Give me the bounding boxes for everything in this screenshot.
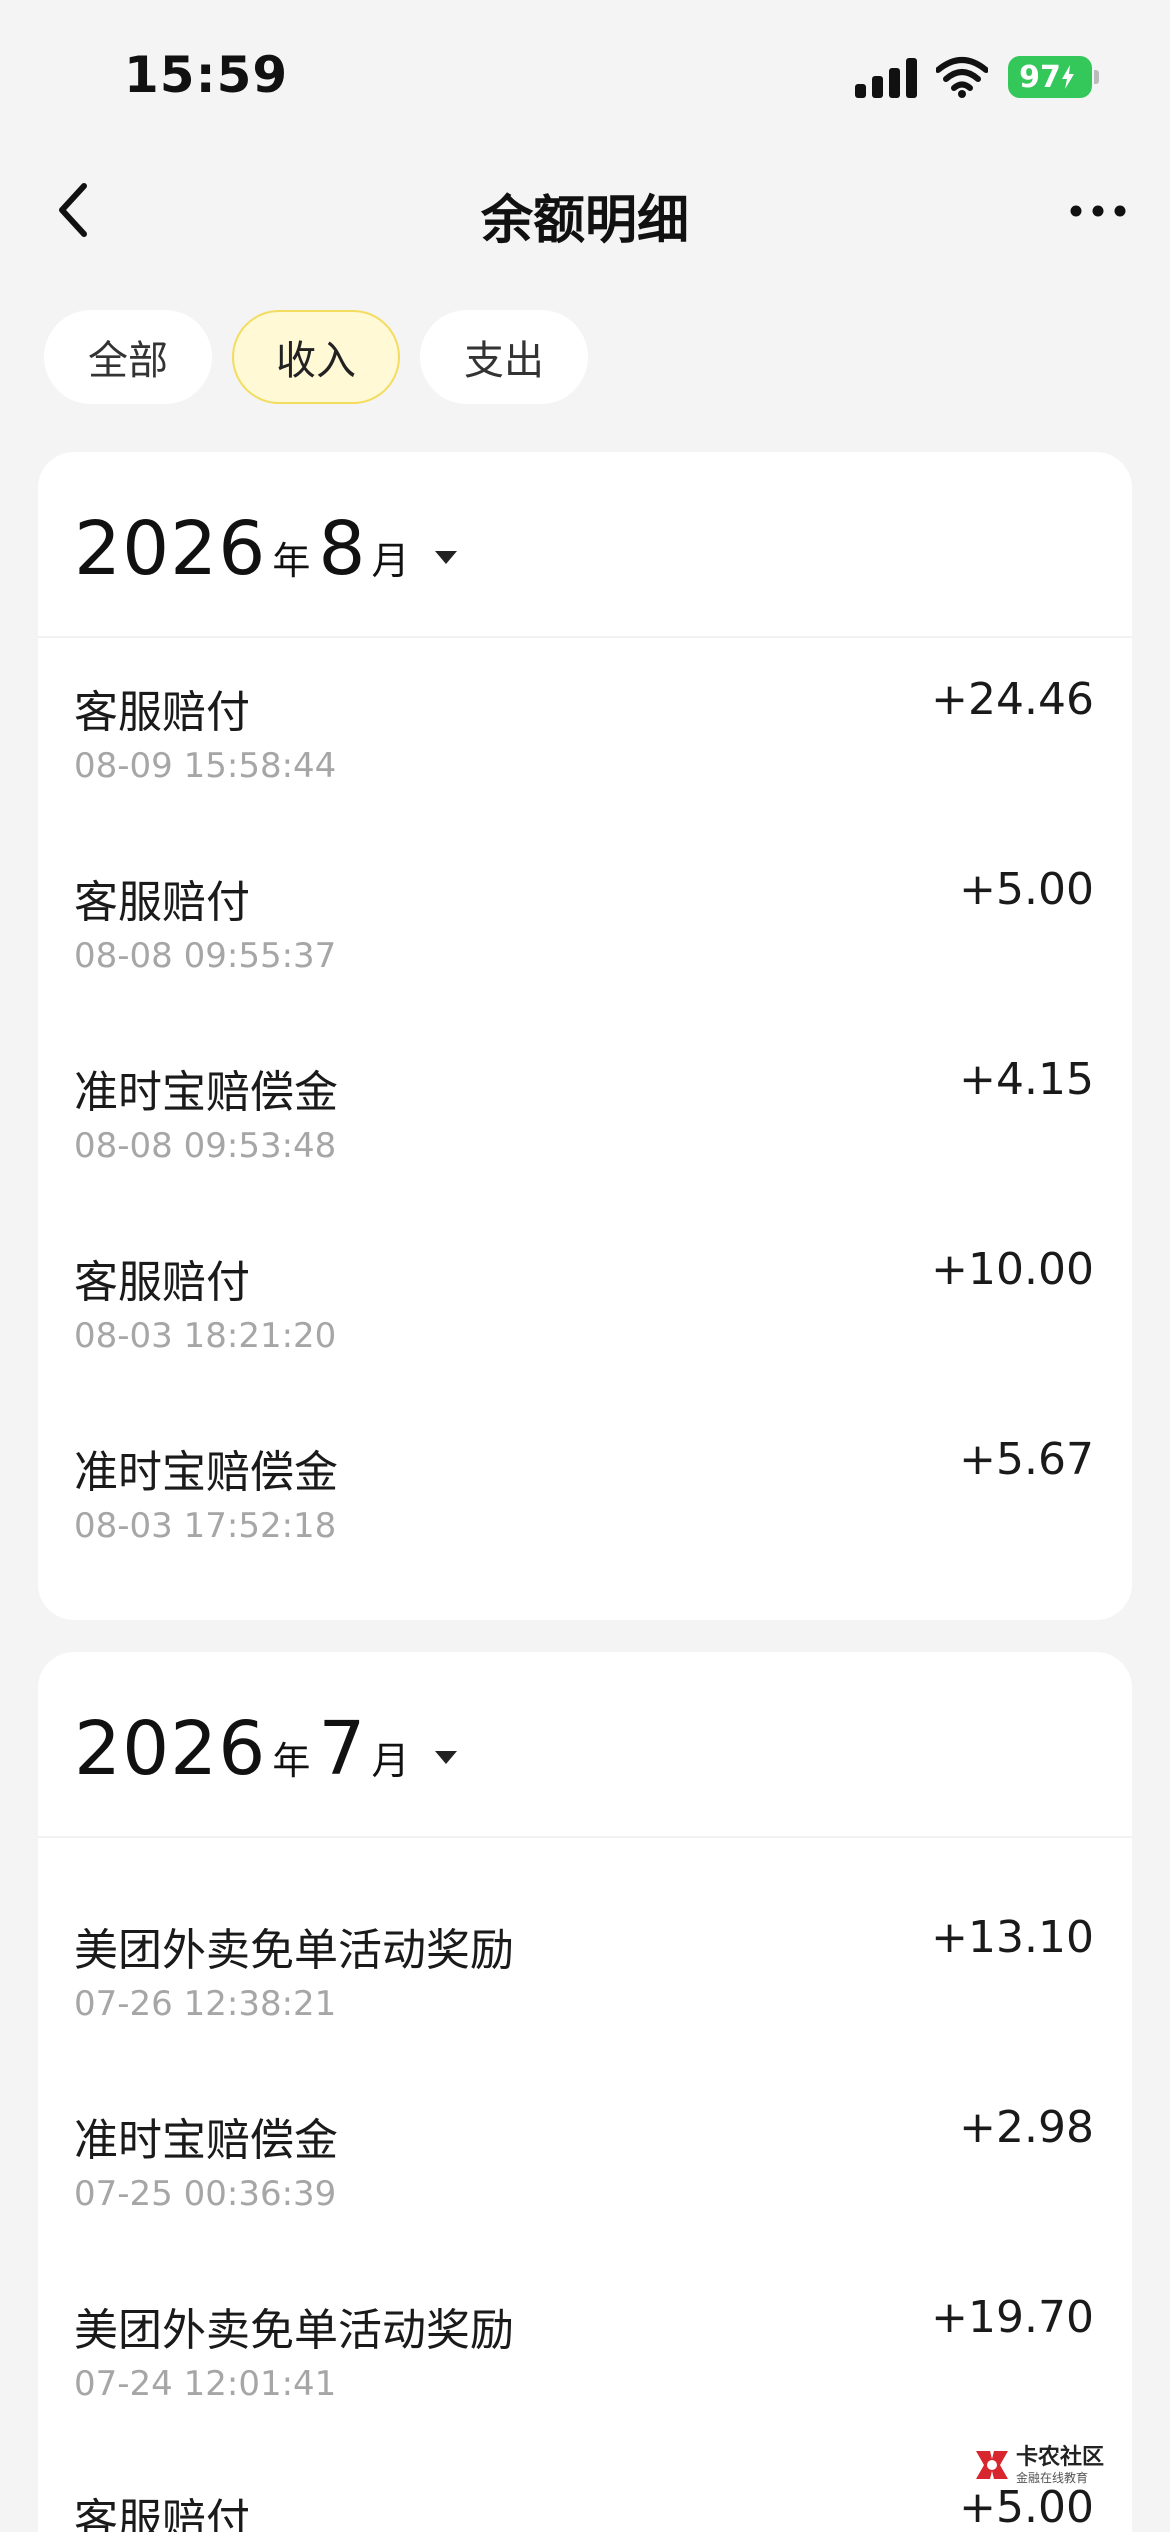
month-selector[interactable]: 2026 年 8 月 (38, 452, 1132, 638)
transaction-amount: +13.10 (931, 1912, 1094, 1963)
transaction-amount: +2.98 (959, 2102, 1094, 2153)
month-number: 8 (318, 506, 366, 592)
transaction-row[interactable]: 美团外卖免单活动奖励 07-24 12:01:41 +19.70 (38, 2256, 1132, 2446)
transaction-list: 美团外卖免单活动奖励 07-26 12:38:21 +13.10 准时宝赔偿金 … (38, 1838, 1132, 2532)
transaction-amount: +19.70 (931, 2292, 1094, 2343)
month-number: 7 (318, 1706, 366, 1792)
month-card-2026-08: 2026 年 8 月 客服赔付 08-09 15:58:44 +24.46 客服… (38, 452, 1132, 1620)
transaction-title: 美团外卖免单活动奖励 (74, 1925, 514, 1976)
transaction-amount: +24.46 (931, 674, 1094, 725)
transaction-row[interactable]: 准时宝赔偿金 08-08 09:53:48 +4.15 (38, 1018, 1132, 1208)
transaction-time: 07-25 00:36:39 (74, 2174, 337, 2214)
more-dots-icon[interactable] (1068, 196, 1128, 226)
tab-income[interactable]: 收入 (232, 310, 400, 404)
transaction-amount: +10.00 (931, 1244, 1094, 1295)
nav-bar: 余额明细 (0, 140, 1170, 270)
year-unit: 年 (272, 539, 311, 583)
tab-expense[interactable]: 支出 (420, 310, 588, 404)
transaction-time: 08-03 17:52:18 (74, 1506, 337, 1546)
filter-tabs: 全部 收入 支出 (44, 310, 588, 404)
month-label: 2026 年 8 月 (74, 506, 458, 592)
watermark-name: 卡农社区 (1016, 2444, 1105, 2470)
transaction-time: 08-03 18:21:20 (74, 1316, 337, 1356)
month-card-2026-07: 2026 年 7 月 美团外卖免单活动奖励 07-26 12:38:21 +13… (38, 1652, 1132, 2532)
transaction-title: 客服赔付 (74, 2495, 250, 2532)
transaction-title: 客服赔付 (74, 877, 250, 928)
battery-charging-icon: 97 (1008, 56, 1092, 98)
transaction-title: 美团外卖免单活动奖励 (74, 2305, 514, 2356)
transaction-time: 08-08 09:55:37 (74, 936, 337, 976)
transaction-amount: +5.67 (959, 1434, 1094, 1485)
transaction-row[interactable]: 准时宝赔偿金 07-25 00:36:39 +2.98 (38, 2066, 1132, 2256)
month-unit: 月 (371, 539, 410, 583)
tab-all[interactable]: 全部 (44, 310, 212, 404)
watermark-text: 卡农社区 金融在线教育 (1016, 2444, 1105, 2485)
transaction-row[interactable]: 客服赔付 08-08 09:55:37 +5.00 (38, 828, 1132, 1018)
month-year: 2026 (74, 1706, 267, 1792)
transaction-row[interactable]: 客服赔付 +5.00 (38, 2446, 1132, 2532)
transaction-time: 08-08 09:53:48 (74, 1126, 337, 1166)
page-title: 余额明细 (480, 191, 689, 251)
transaction-row[interactable]: 客服赔付 08-09 15:58:44 +24.46 (38, 638, 1132, 828)
battery-level: 97 (1019, 59, 1061, 95)
transaction-title: 客服赔付 (74, 687, 250, 738)
status-bar: 15:59 97 (0, 0, 1170, 140)
watermark-subtitle: 金融在线教育 (1016, 2470, 1089, 2485)
transaction-title: 准时宝赔偿金 (74, 2115, 338, 2166)
signal-bars-icon (855, 58, 917, 98)
transaction-amount: +4.15 (959, 1054, 1094, 1105)
battery-cap (1094, 70, 1099, 84)
month-selector[interactable]: 2026 年 7 月 (38, 1652, 1132, 1838)
month-year: 2026 (74, 506, 267, 592)
status-time: 15:59 (124, 46, 289, 104)
wifi-icon (936, 57, 988, 98)
month-label: 2026 年 7 月 (74, 1706, 458, 1792)
transaction-list: 客服赔付 08-09 15:58:44 +24.46 客服赔付 08-08 09… (38, 638, 1132, 1588)
screen: 15:59 97 余额明细 全部 收入 支出 2026 年 8 月 客服赔付 0… (0, 0, 1170, 2532)
month-unit: 月 (371, 1739, 410, 1783)
transaction-title: 准时宝赔偿金 (74, 1067, 338, 1118)
caret-down-icon[interactable] (435, 1751, 458, 1764)
watermark: 卡农社区 金融在线教育 (972, 2440, 1122, 2490)
transaction-row[interactable]: 客服赔付 08-03 18:21:20 +10.00 (38, 1208, 1132, 1398)
transaction-time: 07-24 12:01:41 (74, 2364, 337, 2404)
transaction-row[interactable]: 准时宝赔偿金 08-03 17:52:18 +5.67 (38, 1398, 1132, 1588)
caret-down-icon[interactable] (435, 551, 458, 564)
year-unit: 年 (272, 1739, 311, 1783)
transaction-title: 客服赔付 (74, 1257, 250, 1308)
transaction-title: 准时宝赔偿金 (74, 1447, 338, 1498)
transaction-time: 07-26 12:38:21 (74, 1984, 337, 2024)
bolt-icon (1061, 65, 1074, 89)
transaction-row[interactable]: 美团外卖免单活动奖励 07-26 12:38:21 +13.10 (38, 1876, 1132, 2066)
transaction-amount: +5.00 (959, 864, 1094, 915)
kanong-logo-icon (976, 2451, 1008, 2479)
transaction-time: 08-09 15:58:44 (74, 746, 337, 786)
